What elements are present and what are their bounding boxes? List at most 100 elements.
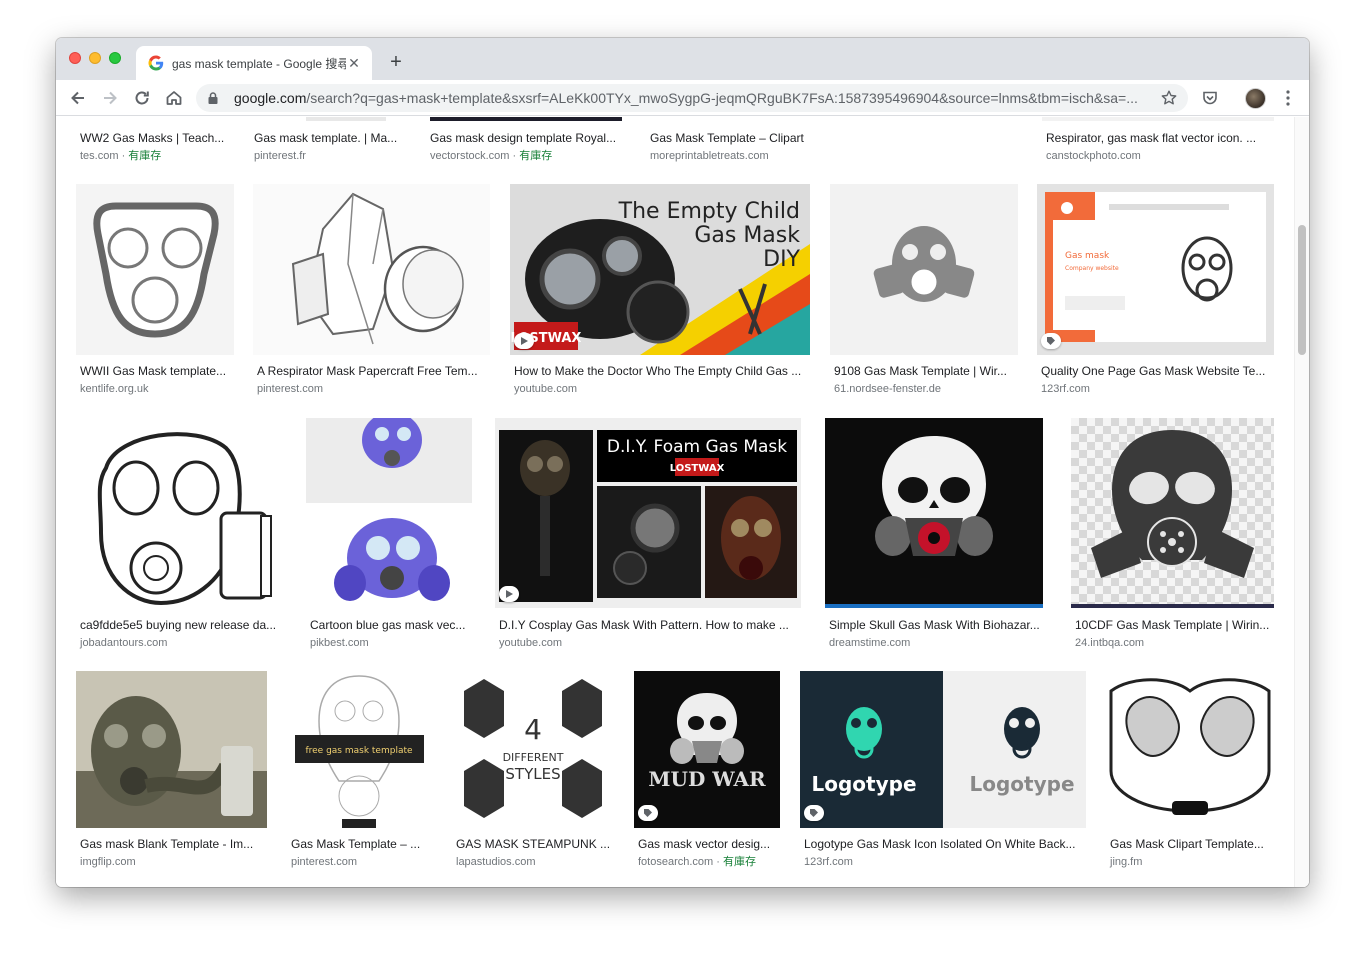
- new-tab-plus-icon[interactable]: +: [386, 52, 406, 72]
- close-window-button[interactable]: [69, 52, 81, 64]
- result-card[interactable]: Logotype Logotype Logotype Gas Mask Icon…: [800, 671, 1086, 881]
- result-thumbnail[interactable]: [306, 117, 386, 121]
- result-thumbnail[interactable]: [1106, 671, 1274, 828]
- result-card[interactable]: Respirator, gas mask flat vector icon. .…: [1042, 117, 1274, 167]
- diy-foam-gas-mask-collage-image: D.I.Y. Foam Gas Mask LOSTWAX: [499, 430, 797, 602]
- result-thumbnail[interactable]: [430, 117, 622, 121]
- google-favicon-icon: [148, 55, 164, 71]
- bookmark-star-icon[interactable]: [1160, 89, 1178, 107]
- result-thumbnail[interactable]: Logotype Logotype: [800, 671, 1086, 828]
- result-thumbnail[interactable]: 4 DIFFERENT STYLES: [452, 671, 614, 828]
- minimize-window-button[interactable]: [89, 52, 101, 64]
- result-thumbnail[interactable]: D.I.Y. Foam Gas Mask LOSTWAX: [495, 418, 801, 608]
- result-card[interactable]: WW2 Gas Masks | Teach... tes.com · 有庫存: [76, 117, 236, 167]
- lock-icon[interactable]: [206, 91, 220, 105]
- product-badge: [804, 805, 824, 821]
- image-caption-text: Gas mask: [1065, 251, 1110, 261]
- result-thumbnail[interactable]: free gas mask template: [287, 671, 432, 828]
- papercraft-respirator-image: [291, 192, 464, 345]
- browser-window: gas mask template - Google 搜尋 ✕ + google…: [56, 38, 1309, 887]
- tag-icon: [644, 809, 652, 817]
- tab-title: gas mask template - Google 搜尋: [172, 56, 346, 71]
- result-card[interactable]: free gas mask template Gas Mask Template…: [287, 671, 432, 881]
- vintage-gas-mask-photo-image: [76, 671, 267, 828]
- result-thumbnail[interactable]: [306, 418, 472, 608]
- scrollbar-thumb[interactable]: [1298, 225, 1306, 355]
- pocket-extension-icon[interactable]: [1201, 89, 1219, 107]
- gas-mask-clipart-image: [1109, 678, 1271, 815]
- logotype-gas-mask-icons-image: Logotype Logotype: [800, 671, 1086, 828]
- result-title[interactable]: GAS MASK STEAMPUNK ...: [456, 837, 614, 852]
- result-card[interactable]: A Respirator Mask Papercraft Free Tem...…: [253, 184, 490, 404]
- result-card[interactable]: MUD WAR Gas mask vector desig... fotosea…: [634, 671, 780, 881]
- result-thumbnail[interactable]: [253, 184, 490, 355]
- back-arrow-icon[interactable]: [68, 88, 88, 108]
- browser-tab[interactable]: gas mask template - Google 搜尋 ✕: [136, 46, 372, 80]
- free-gas-mask-template-image: free gas mask template: [295, 675, 424, 828]
- result-card[interactable]: 9108 Gas Mask Template | Wir... 61.nords…: [830, 184, 1018, 404]
- result-thumbnail[interactable]: [76, 184, 234, 355]
- result-card[interactable]: Gas mask Company website Quality One Pag…: [1037, 184, 1274, 404]
- result-title[interactable]: Gas Mask Clipart Template...: [1110, 837, 1274, 852]
- more-menu-icon[interactable]: [1280, 89, 1296, 107]
- result-card[interactable]: D.I.Y. Foam Gas Mask LOSTWAX D.I.Y Cospl…: [495, 418, 801, 649]
- result-card[interactable]: Gas Mask Clipart Template... jing.fm: [1106, 671, 1274, 881]
- result-title[interactable]: Respirator, gas mask flat vector icon. .…: [1046, 131, 1270, 146]
- result-thumbnail[interactable]: [830, 184, 1018, 355]
- result-card[interactable]: Gas mask Blank Template - Im... imgflip.…: [76, 671, 267, 881]
- result-title[interactable]: How to Make the Doctor Who The Empty Chi…: [514, 364, 806, 379]
- result-title[interactable]: WW2 Gas Masks | Teach...: [80, 131, 230, 146]
- result-card[interactable]: Simple Skull Gas Mask With Biohazar... d…: [825, 418, 1043, 649]
- result-title[interactable]: 9108 Gas Mask Template | Wir...: [834, 364, 1016, 379]
- maximize-window-button[interactable]: [109, 52, 121, 64]
- result-title[interactable]: Simple Skull Gas Mask With Biohazar...: [829, 618, 1043, 633]
- result-title[interactable]: Gas mask vector desig...: [638, 837, 780, 852]
- profile-avatar[interactable]: [1245, 88, 1266, 109]
- result-card[interactable]: Gas mask design template Royal... vector…: [426, 117, 626, 167]
- result-card[interactable]: WWII Gas Mask template... kentlife.org.u…: [76, 184, 234, 404]
- forward-arrow-icon[interactable]: [100, 88, 120, 108]
- result-title[interactable]: D.I.Y Cosplay Gas Mask With Pattern. How…: [499, 618, 799, 633]
- home-icon[interactable]: [164, 88, 184, 108]
- result-title[interactable]: ca9fdde5e5 buying new release da...: [80, 618, 285, 633]
- video-badge: [514, 333, 534, 349]
- tab-close-icon[interactable]: ✕: [346, 55, 362, 71]
- result-title[interactable]: Gas mask Blank Template - Im...: [80, 837, 265, 852]
- result-thumbnail[interactable]: [1071, 418, 1274, 608]
- result-thumbnail[interactable]: [1042, 117, 1274, 121]
- reload-icon[interactable]: [132, 88, 152, 108]
- result-title[interactable]: Cartoon blue gas mask vec...: [310, 618, 472, 633]
- result-thumbnail[interactable]: Gas mask Company website: [1037, 184, 1274, 355]
- result-title[interactable]: Gas Mask Template – ...: [291, 837, 430, 852]
- result-title[interactable]: A Respirator Mask Papercraft Free Tem...: [257, 364, 489, 379]
- result-title[interactable]: Gas mask design template Royal...: [430, 131, 625, 146]
- result-thumbnail[interactable]: [825, 418, 1043, 608]
- result-card[interactable]: 10CDF Gas Mask Template | Wirin... 24.in…: [1071, 418, 1274, 649]
- url-text[interactable]: google.com/search?q=gas+mask+template&sx…: [234, 90, 1160, 106]
- result-title[interactable]: Logotype Gas Mask Icon Isolated On White…: [804, 837, 1086, 852]
- result-thumbnail[interactable]: [76, 671, 267, 828]
- result-card[interactable]: Gas Mask Template – Clipart moreprintabl…: [646, 117, 846, 167]
- image-caption-text: D.I.Y. Foam Gas Mask: [607, 437, 787, 457]
- result-card[interactable]: ca9fdde5e5 buying new release da... joba…: [76, 418, 285, 649]
- steampunk-gas-masks-image: 4 DIFFERENT STYLES: [464, 679, 602, 818]
- result-title[interactable]: Gas Mask Template – Clipart: [650, 131, 840, 146]
- scrollbar-track[interactable]: [1294, 117, 1309, 887]
- empty-child-diy-image: The Empty Child Gas Mask DIY LOSTWAX: [510, 184, 810, 355]
- result-card[interactable]: Cartoon blue gas mask vec... pikbest.com: [306, 418, 472, 649]
- result-thumbnail[interactable]: [76, 418, 285, 608]
- result-title[interactable]: Quality One Page Gas Mask Website Te...: [1041, 364, 1273, 379]
- image-caption-text: 4: [524, 713, 542, 746]
- result-source: tes.com · 有庫存: [80, 150, 162, 162]
- result-card[interactable]: Gas mask template. | Ma... pinterest.fr: [250, 117, 414, 167]
- result-thumbnail[interactable]: MUD WAR: [634, 671, 780, 828]
- result-title[interactable]: WWII Gas Mask template...: [80, 364, 232, 379]
- address-bar[interactable]: google.com/search?q=gas+mask+template&sx…: [196, 84, 1188, 112]
- result-card[interactable]: The Empty Child Gas Mask DIY LOSTWAX How…: [510, 184, 810, 404]
- result-source: vectorstock.com · 有庫存: [430, 150, 553, 162]
- result-title[interactable]: 10CDF Gas Mask Template | Wirin...: [1075, 618, 1274, 633]
- result-card[interactable]: 4 DIFFERENT STYLES GAS MASK STEAMPUNK ..…: [452, 671, 614, 881]
- result-title[interactable]: Gas mask template. | Ma...: [254, 131, 404, 146]
- result-source: youtube.com: [499, 637, 562, 649]
- result-thumbnail[interactable]: The Empty Child Gas Mask DIY LOSTWAX: [510, 184, 810, 355]
